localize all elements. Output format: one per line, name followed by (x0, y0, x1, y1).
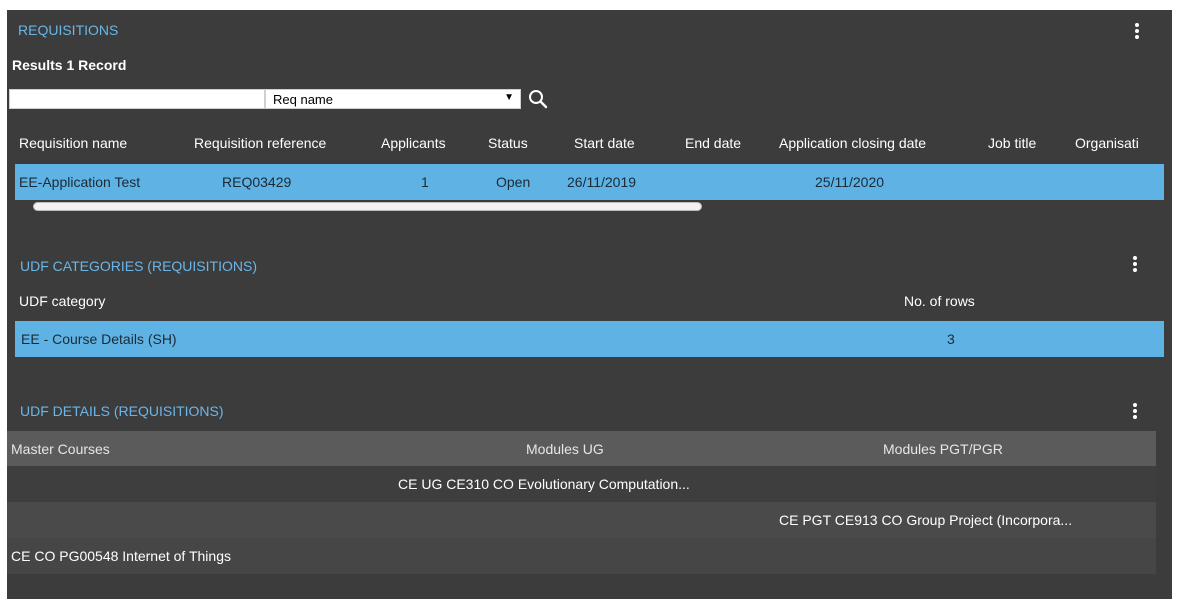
udf-detail-row[interactable]: CE CO PG00548 Internet of Things (7, 538, 1156, 574)
row-status: Open (496, 174, 531, 190)
col-requisition-reference[interactable]: Requisition reference (194, 135, 326, 151)
udf-details-more-icon[interactable] (1132, 402, 1138, 420)
row-applicants: 1 (421, 174, 429, 190)
search-icon[interactable] (527, 88, 549, 110)
row-start-date: 26/11/2019 (567, 174, 637, 190)
udf-detail-row[interactable]: CE UG CE310 CO Evolutionary Computation.… (7, 466, 1156, 502)
requisition-row[interactable]: EE-Application Test REQ03429 1 Open 26/1… (15, 164, 1164, 200)
udf-detail-pgt: CE PGT CE913 CO Group Project (Incorpora… (779, 512, 1073, 528)
udf-categories-title: UDF CATEGORIES (REQUISITIONS) (20, 258, 257, 274)
col-master-courses[interactable]: Master Courses (11, 441, 110, 457)
col-applicants[interactable]: Applicants (381, 135, 446, 151)
col-modules-ug[interactable]: Modules UG (526, 441, 604, 457)
udf-details-title: UDF DETAILS (REQUISITIONS) (20, 403, 224, 419)
search-field-select-value: Req name (273, 92, 333, 107)
search-input[interactable] (9, 89, 265, 109)
col-requisition-name[interactable]: Requisition name (19, 135, 127, 151)
row-udf-category: EE - Course Details (SH) (21, 331, 177, 347)
udf-detail-row[interactable]: CE PGT CE913 CO Group Project (Incorpora… (7, 502, 1156, 538)
horizontal-scrollbar[interactable] (33, 202, 702, 211)
row-udf-rows: 3 (947, 331, 955, 347)
row-requisition-reference: REQ03429 (222, 174, 292, 190)
row-closing-date: 25/11/2020 (815, 174, 885, 190)
col-organisation[interactable]: Organisati (1075, 135, 1172, 151)
udf-category-row[interactable]: EE - Course Details (SH) 3 (15, 321, 1164, 357)
requisitions-more-icon[interactable] (1134, 22, 1140, 40)
udf-details-header: Master Courses Modules UG Modules PGT/PG… (7, 431, 1156, 466)
requisitions-title: REQUISITIONS (18, 22, 119, 38)
main-panel: REQUISITIONS Results 1 Record Req name ▼… (7, 10, 1172, 599)
udf-detail-master: CE CO PG00548 Internet of Things (11, 548, 231, 564)
col-no-of-rows[interactable]: No. of rows (904, 293, 975, 309)
results-count: Results 1 Record (12, 57, 127, 73)
col-application-closing-date[interactable]: Application closing date (779, 135, 926, 151)
col-job-title[interactable]: Job title (988, 135, 1036, 151)
col-udf-category[interactable]: UDF category (19, 293, 105, 309)
udf-detail-ug: CE UG CE310 CO Evolutionary Computation.… (398, 476, 690, 492)
col-end-date[interactable]: End date (685, 135, 741, 151)
udf-categories-more-icon[interactable] (1132, 255, 1138, 273)
col-start-date[interactable]: Start date (574, 135, 635, 151)
col-modules-pgt-pgr[interactable]: Modules PGT/PGR (883, 441, 1003, 457)
search-field-select[interactable]: Req name ▼ (265, 89, 521, 109)
col-status[interactable]: Status (488, 135, 528, 151)
caret-down-icon: ▼ (504, 92, 514, 103)
row-requisition-name: EE-Application Test (19, 174, 141, 190)
